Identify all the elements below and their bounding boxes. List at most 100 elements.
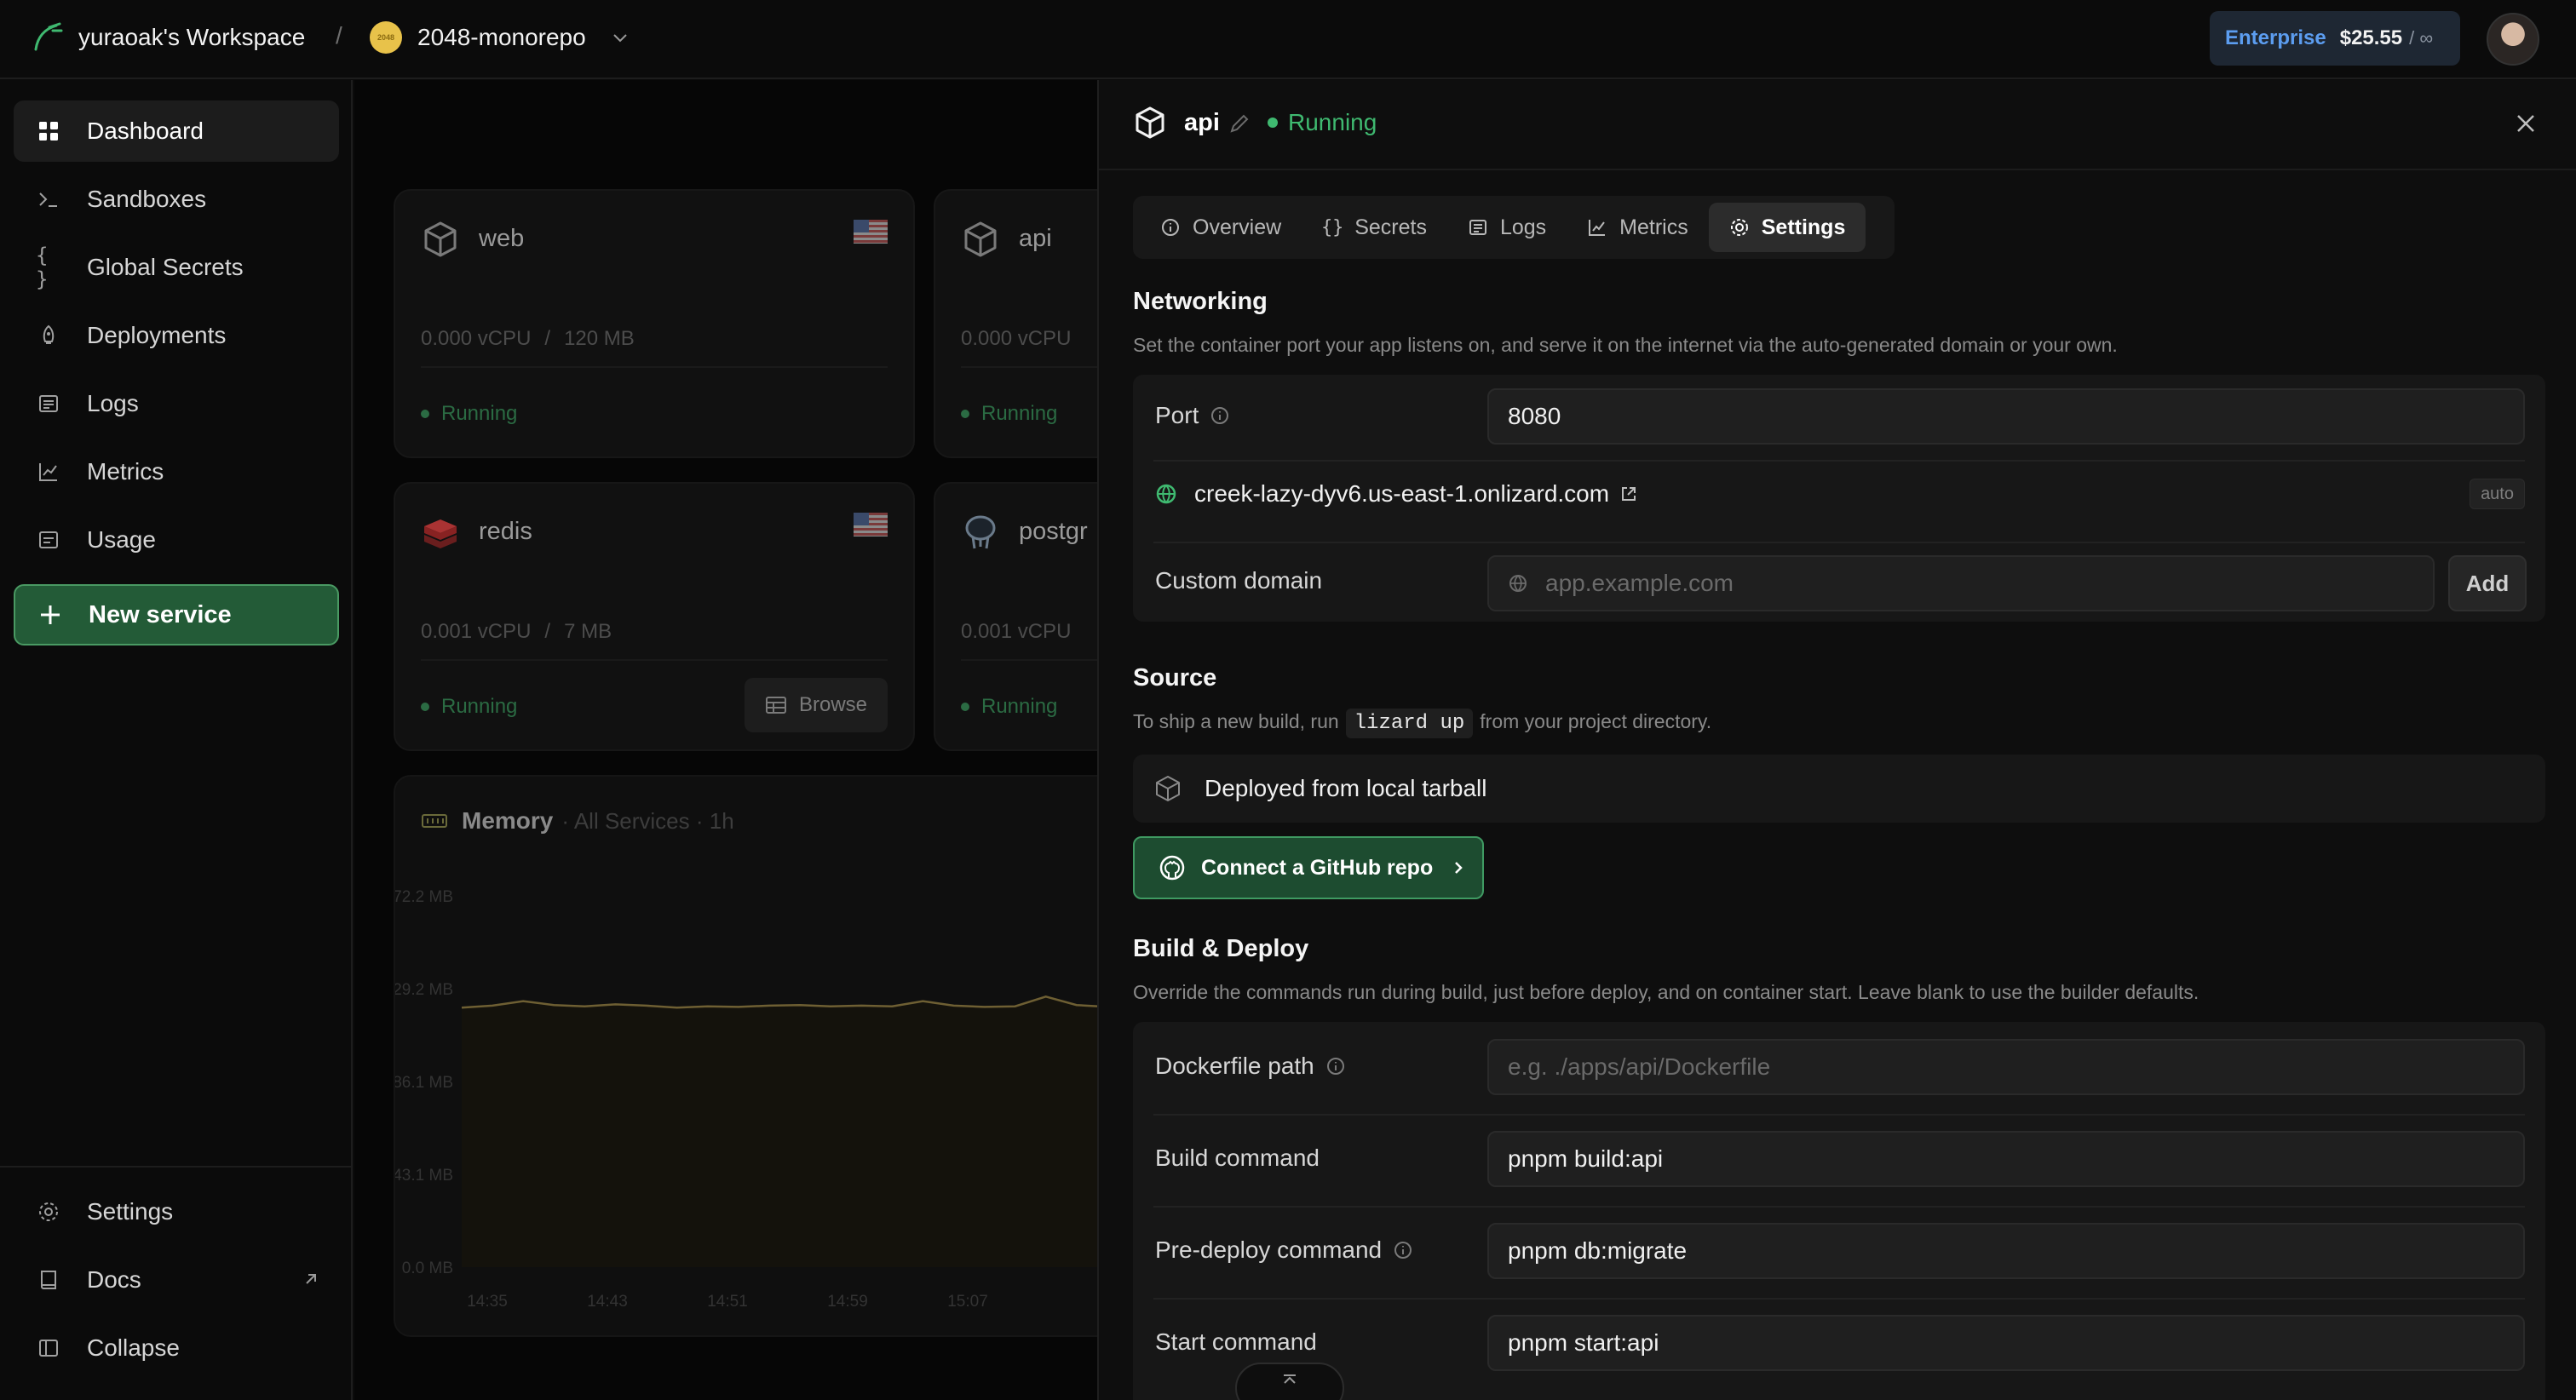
chevron-right-icon (1455, 862, 1463, 874)
book-icon (36, 1267, 61, 1293)
info-icon (1160, 217, 1181, 238)
build-command-row: Build command pnpm build:api (1133, 1116, 2545, 1206)
service-card-web[interactable]: web 0.000 vCPU/120 MB Running (394, 189, 915, 458)
status-badge: Running (421, 402, 517, 426)
y-tick-label: 429.2 MB (395, 981, 453, 999)
terminal-icon (36, 186, 61, 212)
close-icon[interactable] (2511, 109, 2540, 138)
networking-group: Port 8080 creek-lazy-dyv6.us-east-1.onli… (1133, 375, 2545, 622)
predeploy-command-input[interactable]: pnpm db:migrate (1487, 1223, 2525, 1279)
grid-icon (36, 118, 61, 144)
top-bar: yuraoak's Workspace / 2048 2048-monorepo… (0, 0, 2576, 79)
info-icon[interactable] (1210, 406, 1229, 425)
source-info: Deployed from local tarball (1133, 755, 2545, 823)
sidebar-item-label: Usage (87, 526, 156, 553)
status-badge: Running (1268, 109, 1377, 136)
x-tick-label: 14:59 (827, 1293, 868, 1311)
dockerfile-label: Dockerfile path (1155, 1053, 1345, 1080)
sidebar-item-dashboard[interactable]: Dashboard (14, 100, 339, 162)
port-input[interactable]: 8080 (1487, 388, 2525, 445)
connect-github-button[interactable]: Connect a GitHub repo (1133, 836, 1484, 899)
sidebar-item-label: Dashboard (87, 118, 204, 144)
build-command-input[interactable]: pnpm build:api (1487, 1131, 2525, 1187)
new-service-button[interactable]: New service (14, 584, 339, 645)
sidebar-item-logs[interactable]: Logs (14, 373, 339, 434)
info-icon[interactable] (1326, 1057, 1345, 1076)
start-command-label: Start command (1155, 1328, 1317, 1355)
panel-header: api Running (1099, 80, 2576, 170)
auto-domain-link[interactable]: creek-lazy-dyv6.us-east-1.onlizard.com (1155, 480, 1638, 508)
port-row: Port 8080 (1133, 375, 2545, 456)
auto-domain-row: creek-lazy-dyv6.us-east-1.onlizard.com a… (1133, 462, 2545, 542)
source-description: To ship a new build, run lizard up from yo… (1133, 709, 1711, 738)
tab-settings[interactable]: Settings (1708, 203, 1866, 252)
package-icon (1156, 776, 1180, 801)
chevron-down-icon[interactable] (610, 27, 630, 48)
new-service-label: New service (89, 600, 232, 628)
table-icon (765, 697, 786, 714)
tab-overview[interactable]: Overview (1140, 203, 1302, 252)
sidebar-divider (0, 1166, 351, 1168)
sidebar-item-deployments[interactable]: Deployments (14, 305, 339, 366)
service-name: web (479, 225, 525, 252)
chart-icon (1587, 217, 1607, 238)
sidebar-item-sandboxes[interactable]: Sandboxes (14, 169, 339, 230)
sidebar-item-label: Docs (87, 1266, 141, 1293)
service-name: api (1019, 225, 1052, 252)
networking-title: Networking (1133, 288, 1268, 315)
service-card-redis[interactable]: redis 0.001 vCPU/7 MB Running Browse (394, 482, 915, 751)
add-domain-button[interactable]: Add (2448, 555, 2527, 611)
dockerfile-path-input[interactable]: e.g. ./apps/api/Dockerfile (1487, 1039, 2525, 1095)
tab-metrics[interactable]: Metrics (1567, 203, 1709, 252)
project-name[interactable]: 2048-monorepo (417, 24, 586, 51)
service-card-postgres[interactable]: postgr 0.001 vCPU Running (934, 482, 1097, 751)
external-link-icon (1622, 487, 1636, 501)
y-tick-label: 0.0 MB (402, 1259, 453, 1277)
sidebar-item-global-secrets[interactable]: { } Global Secrets (14, 237, 339, 298)
workspace-name[interactable]: yuraoak's Workspace (78, 24, 305, 51)
usage-icon (36, 527, 61, 553)
sidebar-item-metrics[interactable]: Metrics (14, 441, 339, 502)
pencil-icon[interactable] (1228, 112, 1251, 135)
cli-command: lizard up (1345, 709, 1474, 738)
braces-icon: { } (36, 244, 49, 291)
github-icon (1159, 855, 1185, 881)
service-card-api[interactable]: api 0.000 vCPU Running (934, 189, 1097, 458)
gear-icon (1729, 217, 1750, 238)
build-deploy-description: Override the commands run during build, … (1133, 981, 2199, 1003)
box-icon (1136, 106, 1164, 139)
box-icon (964, 221, 997, 257)
custom-domain-input[interactable]: app.example.com (1487, 555, 2435, 611)
gear-icon (36, 1199, 61, 1225)
plan-limit: / ∞ (2409, 27, 2434, 49)
status-badge: Running (961, 402, 1057, 426)
plus-icon (37, 602, 63, 628)
start-command-input[interactable]: pnpm start:api (1487, 1315, 2525, 1371)
chevrons-up-icon (1284, 1374, 1296, 1384)
user-avatar[interactable] (2487, 13, 2539, 66)
port-label: Port (1155, 402, 1229, 429)
browse-button[interactable]: Browse (744, 678, 888, 732)
sidebar-item-usage[interactable]: Usage (14, 509, 339, 571)
x-tick-label: 14:51 (707, 1293, 748, 1311)
memory-chart: 572.2 MB 429.2 MB 286.1 MB 143.1 MB 0.0 MB 14… (395, 888, 1097, 1311)
sidebar-item-docs[interactable]: Docs (14, 1249, 339, 1311)
lizard-logo-icon[interactable] (31, 20, 65, 55)
build-command-label: Build command (1155, 1145, 1320, 1171)
sidebar-item-collapse[interactable]: Collapse (14, 1317, 339, 1379)
sidebar-item-label: Metrics (87, 458, 164, 485)
sidebar-item-settings[interactable]: Settings (14, 1181, 339, 1242)
predeploy-command-label: Pre-deploy command (1155, 1236, 1412, 1264)
memory-series-line (461, 995, 1097, 1009)
tab-logs[interactable]: Logs (1447, 203, 1567, 252)
sidebar: Dashboard Sandboxes { } Global Secrets D… (0, 80, 353, 1400)
y-tick-label: 143.1 MB (395, 1167, 453, 1185)
service-usage: 0.001 vCPU/7 MB (421, 620, 612, 643)
networking-description: Set the container port your app listens … (1133, 334, 2118, 356)
sidebar-item-label: Deployments (87, 322, 227, 348)
info-icon[interactable] (1394, 1241, 1412, 1259)
plan-badge[interactable]: Enterprise $25.55 / ∞ (2210, 11, 2460, 66)
scroll-to-top-button[interactable] (1235, 1363, 1344, 1400)
tab-secrets[interactable]: {} Secrets (1302, 203, 1447, 252)
y-tick-label: 286.1 MB (395, 1074, 453, 1092)
